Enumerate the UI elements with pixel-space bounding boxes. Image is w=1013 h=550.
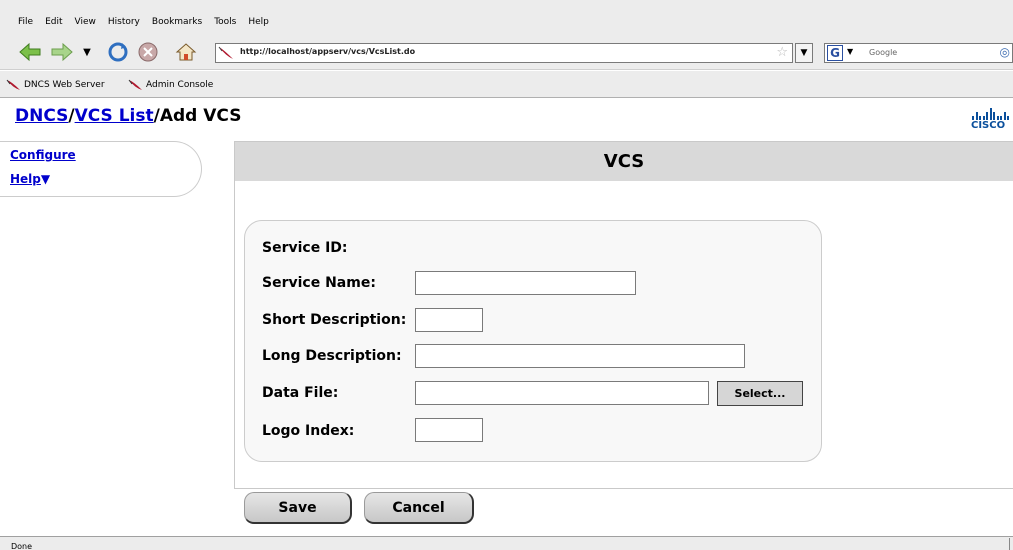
- service-id-label: Service ID:: [262, 240, 348, 256]
- short-description-label: Short Description:: [262, 312, 407, 328]
- long-description-label: Long Description:: [262, 348, 402, 364]
- url-bar[interactable]: http://localhost/appserv/vcs/VcsList.do …: [215, 43, 793, 63]
- short-description-input[interactable]: [415, 308, 483, 332]
- google-icon[interactable]: G: [827, 45, 843, 61]
- menu-file[interactable]: File: [18, 17, 33, 27]
- panel-title: VCS: [235, 142, 1013, 181]
- menu-view[interactable]: View: [75, 17, 96, 27]
- search-placeholder: Google: [869, 48, 898, 57]
- status-bar: Done: [0, 536, 1013, 550]
- url-history-dropdown[interactable]: ▼: [795, 43, 813, 63]
- cisco-wordmark: CISCO: [971, 120, 1006, 131]
- search-bar[interactable]: G ▼ Google ◎: [824, 43, 1013, 63]
- menu-items: File Edit View History Bookmarks Tools H…: [18, 17, 269, 27]
- logo-index-label: Logo Index:: [262, 423, 355, 439]
- reload-button[interactable]: [106, 40, 130, 64]
- navigation-toolbar: ▼ http://localhost/appserv/vcs/VcsList.d…: [0, 34, 1013, 70]
- search-go-icon[interactable]: ◎: [1000, 45, 1010, 59]
- bookmark-label: Admin Console: [146, 80, 214, 90]
- home-button[interactable]: [174, 40, 198, 64]
- menu-edit[interactable]: Edit: [45, 17, 62, 27]
- cisco-logo: CISCO: [971, 108, 1011, 132]
- data-file-label: Data File:: [262, 385, 339, 401]
- sidebar-help-label: Help: [10, 172, 41, 186]
- stop-icon: [138, 42, 158, 62]
- bookmark-admin-console[interactable]: Admin Console: [128, 79, 213, 91]
- cisco-bars-icon: [972, 108, 1011, 120]
- dropdown-arrow-icon: ▼: [83, 46, 91, 58]
- history-dropdown[interactable]: ▼: [80, 40, 94, 64]
- logo-index-input[interactable]: [415, 418, 483, 442]
- long-description-input[interactable]: [415, 344, 745, 368]
- breadcrumb: DNCS/VCS List/Add VCS: [15, 106, 241, 126]
- cancel-button[interactable]: Cancel: [364, 492, 474, 524]
- menu-bookmarks[interactable]: Bookmarks: [152, 17, 202, 27]
- back-button[interactable]: [18, 40, 42, 64]
- reload-icon: [108, 42, 128, 62]
- service-name-label: Service Name:: [262, 275, 376, 291]
- bookmark-label: DNCS Web Server: [24, 80, 105, 90]
- bookmarks-toolbar: DNCS Web Server Admin Console: [0, 71, 1013, 98]
- url-text: http://localhost/appserv/vcs/VcsList.do: [240, 47, 416, 56]
- menu-history[interactable]: History: [108, 17, 140, 27]
- menu-bar: File Edit View History Bookmarks Tools H…: [0, 0, 1013, 34]
- save-button[interactable]: Save: [244, 492, 352, 524]
- data-file-input[interactable]: [415, 381, 709, 405]
- site-feather-icon: [218, 46, 233, 59]
- feather-icon: [128, 79, 142, 90]
- feather-icon: [6, 79, 20, 90]
- help-dropdown-icon: ▼: [40, 172, 51, 186]
- home-icon: [175, 43, 197, 61]
- sidebar-item-configure[interactable]: Configure: [10, 148, 76, 162]
- status-bar-edge: [1009, 538, 1012, 550]
- sidebar-item-help[interactable]: Help▼: [10, 172, 50, 186]
- dropdown-arrow-icon: ▼: [800, 48, 808, 58]
- bookmark-star-icon[interactable]: ☆: [776, 45, 788, 60]
- back-arrow-icon: [19, 42, 41, 62]
- select-file-button[interactable]: Select...: [717, 381, 803, 406]
- service-name-input[interactable]: [415, 271, 636, 295]
- status-text: Done: [11, 542, 33, 550]
- bookmark-dncs-web-server[interactable]: DNCS Web Server: [6, 79, 105, 91]
- breadcrumb-vcs-list-link[interactable]: VCS List: [75, 106, 154, 126]
- breadcrumb-dncs-link[interactable]: DNCS: [15, 106, 68, 126]
- menu-help[interactable]: Help: [248, 17, 269, 27]
- stop-button[interactable]: [136, 40, 160, 64]
- breadcrumb-current: Add VCS: [159, 106, 242, 126]
- forward-arrow-icon: [51, 42, 73, 62]
- search-engine-dropdown-icon[interactable]: ▼: [847, 47, 853, 56]
- sidebar: Configure Help▼: [0, 141, 202, 197]
- menu-tools[interactable]: Tools: [214, 17, 236, 27]
- forward-button[interactable]: [50, 40, 74, 64]
